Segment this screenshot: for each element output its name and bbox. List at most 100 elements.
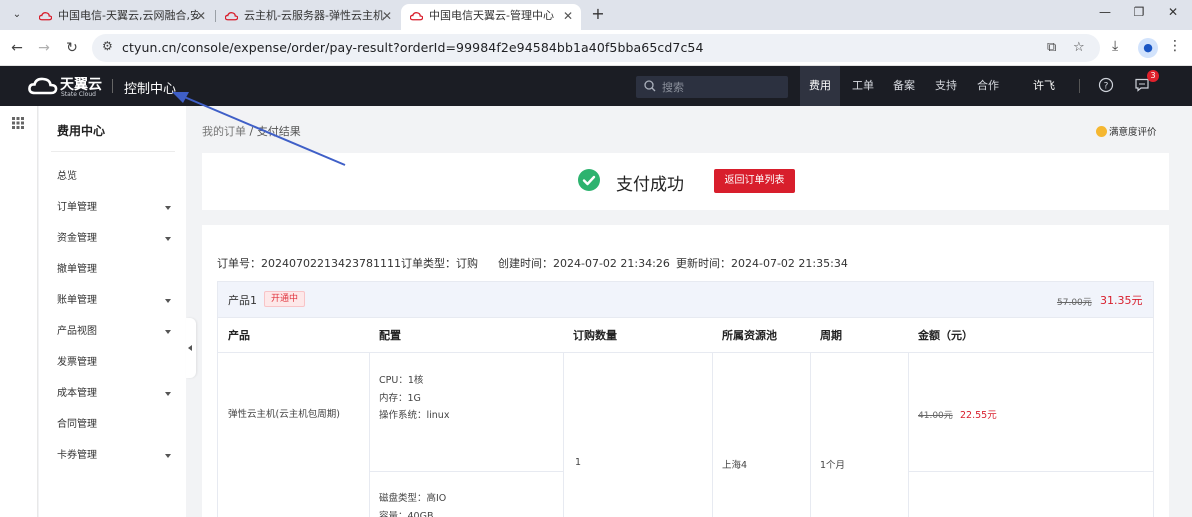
browser-tabstrip: ⌄ 中国电信-天翼云,云网融合,安全 ✕ 云主机-云服务器-弹性云主机-引 ✕ … <box>0 0 1192 30</box>
payment-success-message: 支付成功 <box>616 175 684 195</box>
window-minimize-icon[interactable]: — <box>1095 5 1115 19</box>
cloud-logo-icon <box>28 77 58 95</box>
order-number-value: 20240702213423781111 <box>261 257 401 270</box>
cell-config-cpu: CPU：1核 <box>379 375 424 386</box>
browser-tab-3-active[interactable]: 中国电信天翼云-管理中心 ✕ <box>401 4 581 30</box>
product-original-price: 57.00元 <box>1057 298 1092 308</box>
nav-filing[interactable]: 备案 <box>884 66 924 106</box>
message-count-badge: 3 <box>1147 70 1159 82</box>
help-icon[interactable]: ? <box>1098 77 1114 93</box>
address-bar[interactable]: ⚙ ctyun.cn/console/expense/order/pay-res… <box>92 34 1100 62</box>
browser-tab-1[interactable]: 中国电信-天翼云,云网融合,安全 ✕ <box>30 4 214 30</box>
sidebar-item-label: 撤单管理 <box>57 264 97 275</box>
sidebar-item-label: 订单管理 <box>57 202 97 213</box>
tab-search-chevron-icon[interactable]: ⌄ <box>6 6 28 24</box>
sidebar-item-funds[interactable]: 资金管理 <box>57 229 175 249</box>
nav-tickets[interactable]: 工单 <box>843 66 883 106</box>
cell-quantity: 1 <box>575 457 582 468</box>
back-to-orders-button[interactable]: 返回订单列表 <box>714 169 795 193</box>
cell-final-amount: 22.55元 <box>960 410 997 421</box>
sidebar-item-cancellations[interactable]: 撤单管理 <box>57 260 175 280</box>
cell-config-os: 操作系统：linux <box>379 410 450 421</box>
product-group-header: 产品1 开通中 57.00元 31.35元 <box>217 281 1154 317</box>
column-divider <box>712 353 713 517</box>
nav-support[interactable]: 支持 <box>926 66 966 106</box>
sidebar-item-costs[interactable]: 成本管理 <box>57 384 175 404</box>
column-header-config: 配置 <box>369 317 563 353</box>
app-header: 天翼云 State Cloud 控制中心 搜索 费用 工单 备案 支持 合作 许… <box>0 66 1192 106</box>
browser-tab-2[interactable]: 云主机-云服务器-弹性云主机-引 ✕ <box>216 4 400 30</box>
ctyun-favicon-icon <box>39 12 52 21</box>
window-close-icon[interactable]: ✕ <box>1163 5 1183 19</box>
back-arrow-icon[interactable]: ← <box>7 38 27 58</box>
sidebar-item-label: 总览 <box>57 171 77 182</box>
tab-close-icon[interactable]: ✕ <box>196 4 206 28</box>
sidebar: 费用中心 总览 订单管理 资金管理 撤单管理 账单管理 产品视图 发票管理 成本… <box>39 106 186 517</box>
logo-subtext: State Cloud <box>61 91 96 98</box>
breadcrumb-current: 支付结果 <box>256 125 301 138</box>
bookmark-star-icon[interactable]: ☆ <box>1073 40 1085 55</box>
browser-tab-title: 中国电信-天翼云,云网融合,安全 <box>58 9 198 22</box>
new-tab-button[interactable]: + <box>588 4 608 24</box>
row-divider <box>908 471 1153 472</box>
download-icon[interactable]: ⤓ <box>1112 38 1118 54</box>
column-header-period: 周期 <box>810 317 908 353</box>
tab-close-icon[interactable]: ✕ <box>563 4 573 28</box>
collapse-arrow-icon <box>188 345 192 351</box>
ctyun-favicon-icon <box>225 12 238 21</box>
caret-down-icon <box>165 330 171 334</box>
browser-tab-title: 云主机-云服务器-弹性云主机-引 <box>244 9 384 22</box>
nav-fees[interactable]: 费用 <box>800 66 840 106</box>
window-restore-icon[interactable]: ❐ <box>1129 5 1149 19</box>
profile-avatar-icon[interactable]: ● <box>1138 38 1158 58</box>
column-divider <box>810 353 811 517</box>
header-search-input[interactable]: 搜索 <box>636 76 788 98</box>
sidebar-item-coupons[interactable]: 卡券管理 <box>57 446 175 466</box>
tab-close-icon[interactable]: ✕ <box>382 4 392 28</box>
sidebar-item-label: 账单管理 <box>57 295 97 306</box>
cell-config-memory: 内存：1G <box>379 393 421 404</box>
satisfaction-rating-link[interactable]: 满意度评价 <box>1096 124 1157 138</box>
sidebar-item-orders[interactable]: 订单管理 <box>57 198 175 218</box>
header-divider <box>1079 79 1080 93</box>
cell-resource-pool: 上海4 <box>722 460 748 471</box>
cell-config-capacity: 容量：40GB <box>379 511 434 517</box>
caret-down-icon <box>165 392 171 396</box>
created-time-label: 创建时间： <box>498 257 553 270</box>
browser-tab-title: 中国电信天翼云-管理中心 <box>429 9 554 22</box>
column-divider <box>563 353 564 517</box>
sidebar-item-invoices[interactable]: 发票管理 <box>57 353 175 373</box>
site-info-icon[interactable]: ⚙ <box>102 39 113 53</box>
order-details-card: 订单号：20240702213423781111 订单类型：订购 创建时间：20… <box>202 225 1169 517</box>
reload-icon[interactable]: ↻ <box>62 38 82 58</box>
column-header-amount: 金额（元） <box>908 317 1153 353</box>
browser-toolbar: ← → ↻ ⚙ ctyun.cn/console/expense/order/p… <box>0 30 1192 66</box>
console-title-link[interactable]: 控制中心 <box>124 78 176 97</box>
caret-down-icon <box>165 299 171 303</box>
sidebar-item-product-view[interactable]: 产品视图 <box>57 322 175 342</box>
url-text[interactable]: ctyun.cn/console/expense/order/pay-resul… <box>122 40 704 55</box>
install-app-icon[interactable]: ⧉ <box>1047 40 1056 55</box>
product-grid-icon[interactable] <box>12 117 24 129</box>
sidebar-divider <box>51 151 175 152</box>
breadcrumb-my-orders[interactable]: 我的订单 <box>202 125 246 138</box>
sidebar-collapse-handle[interactable] <box>186 318 196 378</box>
sidebar-title: 费用中心 <box>57 124 106 138</box>
sidebar-item-label: 合同管理 <box>57 419 97 430</box>
sidebar-item-bills[interactable]: 账单管理 <box>57 291 175 311</box>
status-badge: 开通中 <box>264 291 306 307</box>
ctyun-favicon-icon <box>410 12 423 21</box>
sidebar-item-overview[interactable]: 总览 <box>57 167 175 187</box>
updated-time-label: 更新时间： <box>676 257 731 270</box>
forward-arrow-icon[interactable]: → <box>34 38 54 58</box>
updated-time-value: 2024-07-02 21:35:34 <box>731 257 848 270</box>
cell-config-disk-type: 磁盘类型：高IO <box>379 493 447 504</box>
satisfaction-label: 满意度评价 <box>1109 127 1157 138</box>
column-header-product: 产品 <box>218 317 369 353</box>
sidebar-item-contracts[interactable]: 合同管理 <box>57 415 175 435</box>
payment-result-card: 支付成功 返回订单列表 <box>202 153 1169 210</box>
user-name[interactable]: 许飞 <box>1033 66 1055 106</box>
more-menu-icon[interactable]: ⋮ <box>1168 38 1182 54</box>
nav-partners[interactable]: 合作 <box>968 66 1008 106</box>
order-updated-time: 更新时间：2024-07-02 21:35:34 <box>676 255 848 271</box>
